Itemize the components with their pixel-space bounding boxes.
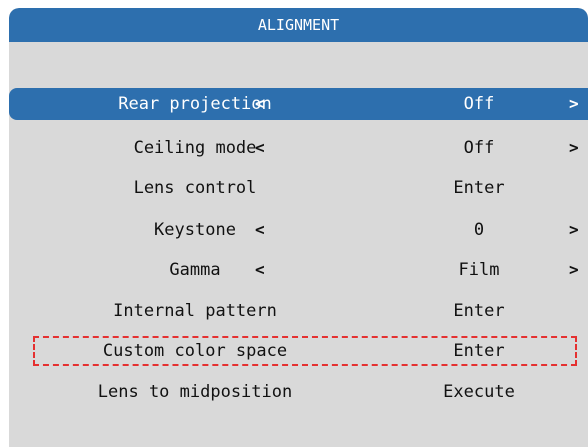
menu-item-label: Gamma: [169, 260, 221, 280]
menu-item-value: Execute: [443, 382, 515, 402]
menu-item-value: Enter: [453, 301, 505, 321]
alignment-osd-screen: ALIGNMENT Rear projection < Off > Ceilin…: [0, 0, 588, 447]
chevron-right-icon[interactable]: >: [569, 132, 579, 164]
menu-item-keystone[interactable]: Keystone < 0 >: [9, 214, 588, 246]
chevron-left-icon[interactable]: <: [255, 214, 265, 246]
menu-item-label: Lens to midposition: [97, 382, 293, 402]
menu-item-value: Film: [458, 260, 500, 280]
menu-item-label: Internal pattern: [113, 301, 277, 321]
highlight-dashed-box: [33, 336, 577, 366]
chevron-right-icon[interactable]: >: [569, 214, 579, 246]
menu-item-rear-projection[interactable]: Rear projection < Off >: [9, 88, 588, 120]
chevron-right-icon[interactable]: >: [569, 254, 579, 286]
menu-item-value: Off: [463, 138, 495, 158]
chevron-right-icon[interactable]: >: [569, 88, 579, 120]
menu-item-internal-pattern[interactable]: Internal pattern Enter: [9, 295, 588, 327]
chevron-left-icon[interactable]: <: [255, 132, 265, 164]
menu-item-lens-control[interactable]: Lens control Enter: [9, 172, 588, 204]
menu-item-value: Off: [463, 94, 495, 114]
menu-item-value: Enter: [453, 178, 505, 198]
menu-item-label: Ceiling mode: [133, 138, 257, 158]
alignment-menu-panel: ALIGNMENT Rear projection < Off > Ceilin…: [9, 8, 588, 447]
menu-item-gamma[interactable]: Gamma < Film >: [9, 254, 588, 286]
chevron-left-icon[interactable]: <: [255, 254, 265, 286]
menu-item-label: Rear projection: [118, 94, 272, 114]
menu-item-lens-to-midposition[interactable]: Lens to midposition Execute: [9, 376, 588, 408]
menu-item-ceiling-mode[interactable]: Ceiling mode < Off >: [9, 132, 588, 164]
menu-item-value: 0: [473, 220, 485, 240]
menu-item-label: Keystone: [154, 220, 236, 240]
menu-title: ALIGNMENT: [9, 8, 588, 42]
chevron-left-icon[interactable]: <: [255, 88, 265, 120]
menu-item-label: Lens control: [133, 178, 257, 198]
